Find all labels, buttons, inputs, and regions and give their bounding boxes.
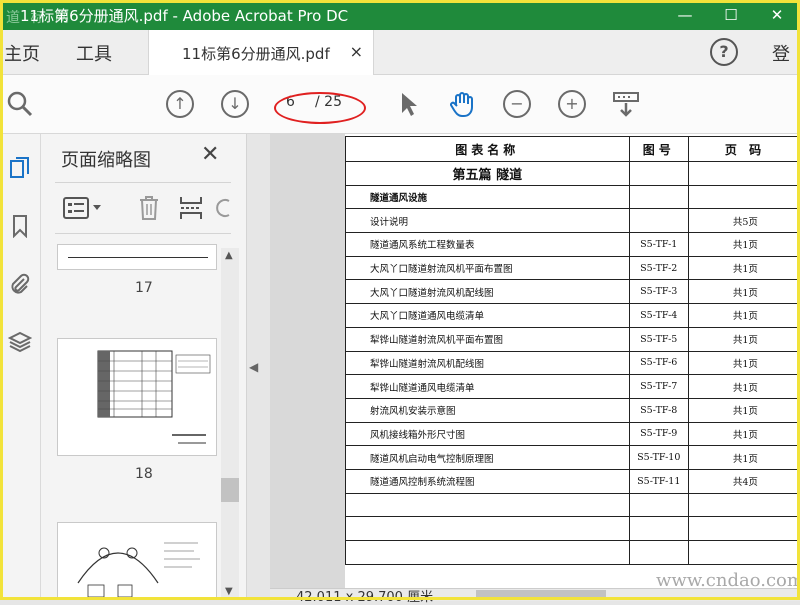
select-cursor-icon[interactable] <box>395 90 423 118</box>
table-header-row: 图表名称 图号 页 码 <box>345 136 800 162</box>
table-row: 设计说明 共5页 <box>345 208 800 234</box>
zoom-in-icon[interactable]: + <box>558 90 586 118</box>
table-row: 隧道通风系统工程数量表 S5-TF-1 共1页 <box>345 232 800 257</box>
page-18-preview <box>97 350 211 444</box>
tab-bar: 主页 工具 11标第6分册通风.pdf × ? 登 <box>0 30 800 75</box>
page-number-highlight <box>274 92 366 124</box>
scroll-down-icon[interactable]: ▼ <box>225 586 233 597</box>
attachment-icon[interactable] <box>8 272 32 296</box>
thumbnail-options-icon[interactable] <box>63 196 103 220</box>
thumbnail-scrollbar[interactable]: ▲ ▼ <box>221 248 239 600</box>
bookmark-icon[interactable] <box>8 214 32 238</box>
thumbnail-panel-title: 页面缩略图 <box>61 150 151 171</box>
horizontal-scroll-thumb[interactable] <box>476 590 606 598</box>
title-bar: 道 标 网 11标第6分册通风.pdf - Adobe Acrobat Pro … <box>0 0 800 30</box>
table-row: 大风丫口隧道射流风机配线图 S5-TF-3 共1页 <box>345 279 800 305</box>
thumbnail-scroll-thumb[interactable] <box>221 478 239 502</box>
table-row: 大风丫口隧道射流风机平面布置图 S5-TF-2 共1页 <box>345 255 800 281</box>
tab-home[interactable]: 主页 <box>4 40 40 66</box>
table-row <box>345 492 800 518</box>
header-pages: 页 码 <box>687 136 800 162</box>
previous-page-icon[interactable]: ↑ <box>166 90 194 118</box>
header-code: 图号 <box>628 136 689 162</box>
table-row: 大风丫口隧道通风电缆清单 S5-TF-4 共1页 <box>345 303 800 328</box>
page-thumbnail-19[interactable] <box>57 522 217 600</box>
page-thumbnail-17[interactable] <box>57 244 217 270</box>
insert-page-icon[interactable] <box>179 195 203 221</box>
main-toolbar: ↑ ↓ 6 / 25 − + <box>0 75 800 134</box>
search-icon[interactable] <box>6 90 34 118</box>
help-icon[interactable]: ? <box>710 38 738 66</box>
scroll-mode-icon[interactable] <box>612 90 640 118</box>
header-name: 图表名称 <box>345 136 630 162</box>
zoom-out-icon[interactable]: − <box>503 90 531 118</box>
tab-close-icon[interactable]: × <box>350 42 363 61</box>
thumbnail-number: 18 <box>135 466 153 482</box>
thumbnail-number: 17 <box>135 280 153 296</box>
table-row: 隧道风机启动电气控制原理图 S5-TF-10 共1页 <box>345 445 800 470</box>
table-row: 隧道通风设施 <box>345 184 800 210</box>
table-row: 风机接线箱外形尺寸图 S5-TF-9 共1页 <box>345 421 800 447</box>
delete-page-icon[interactable] <box>137 195 161 221</box>
collapse-panel-icon[interactable]: ◀ <box>249 360 258 374</box>
table-row <box>345 540 800 565</box>
tab-document[interactable]: 11标第6分册通风.pdf × <box>148 30 374 75</box>
next-page-icon[interactable]: ↓ <box>221 90 249 118</box>
scroll-up-icon[interactable]: ▲ <box>225 250 233 261</box>
tab-document-label: 11标第6分册通风.pdf <box>182 45 330 63</box>
minimize-button[interactable]: — <box>662 0 708 30</box>
page-19-preview <box>77 542 200 598</box>
layers-icon[interactable] <box>8 330 32 354</box>
site-watermark: www.cndao.com <box>656 570 800 591</box>
section-title: 第五篇 隧道 <box>345 161 630 186</box>
table-row: 犁铧山隧道射流风机平面布置图 S5-TF-5 共1页 <box>345 326 800 352</box>
table-row <box>345 516 800 541</box>
table-row: 犁铧山隧道通风电缆清单 S5-TF-7 共1页 <box>345 374 800 399</box>
left-navigation <box>0 134 41 600</box>
close-panel-icon[interactable]: ✕ <box>201 142 219 167</box>
table-row: 射流风机安装示意图 S5-TF-8 共1页 <box>345 397 800 423</box>
thumbnail-panel: 页面缩略图 ✕ 17 18 ▲ ▼ <box>41 134 247 600</box>
table-row: 隧道通风控制系统流程图 S5-TF-11 共4页 <box>345 468 800 494</box>
window-title: 11标第6分册通风.pdf - Adobe Acrobat Pro DC <box>20 7 349 25</box>
thumbnail-tools <box>55 182 231 234</box>
close-window-button[interactable]: ✕ <box>754 0 800 30</box>
rotate-page-icon[interactable] <box>215 195 233 221</box>
hand-tool-icon[interactable] <box>448 90 476 118</box>
page-thumbnails-icon[interactable] <box>8 156 32 180</box>
tab-tools[interactable]: 工具 <box>76 40 112 66</box>
page-thumbnail-18[interactable] <box>57 338 217 456</box>
table-row: 犁铧山隧道射流风机配线图 S5-TF-6 共1页 <box>345 350 800 376</box>
drawing-index-table: 图表名称 图号 页 码 第五篇 隧道 隧道通风设施 设计说明 共5页 隧道通风系… <box>345 136 800 565</box>
maximize-button[interactable]: ☐ <box>708 0 754 30</box>
section-row: 第五篇 隧道 <box>345 161 800 186</box>
page-dimensions: 42.011 x 29.700 厘米 <box>296 590 434 605</box>
sign-in-link[interactable]: 登 <box>772 40 790 66</box>
